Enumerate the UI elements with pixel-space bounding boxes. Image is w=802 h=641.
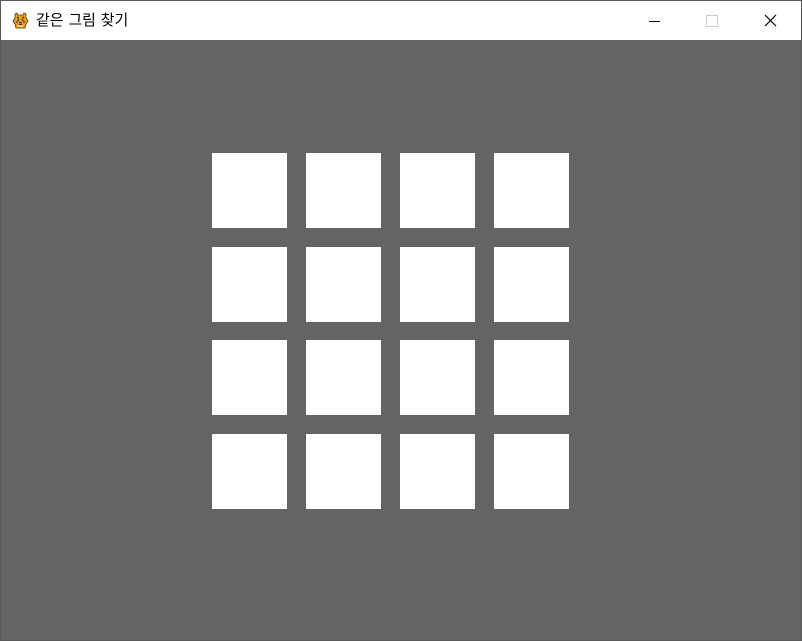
- card-r4-c3[interactable]: [400, 434, 475, 509]
- card-grid: [212, 153, 570, 510]
- card-r1-c2[interactable]: [306, 153, 381, 228]
- card-r1-c1[interactable]: [212, 153, 287, 228]
- card-r1-c3[interactable]: [400, 153, 475, 228]
- card-r3-c1[interactable]: [212, 340, 287, 415]
- card-r2-c4[interactable]: [494, 247, 569, 322]
- minimize-button[interactable]: [625, 1, 683, 40]
- card-r4-c2[interactable]: [306, 434, 381, 509]
- card-r3-c3[interactable]: [400, 340, 475, 415]
- card-r3-c2[interactable]: [306, 340, 381, 415]
- maximize-button[interactable]: [683, 1, 741, 40]
- card-r2-c3[interactable]: [400, 247, 475, 322]
- close-icon: [764, 14, 777, 27]
- card-r2-c2[interactable]: [306, 247, 381, 322]
- card-r3-c4[interactable]: [494, 340, 569, 415]
- card-r1-c4[interactable]: [494, 153, 569, 228]
- card-r4-c4[interactable]: [494, 434, 569, 509]
- window-title: 같은 그림 찾기: [36, 11, 129, 29]
- close-button[interactable]: [741, 1, 799, 40]
- game-window: 같은 그림 찾기: [0, 0, 802, 641]
- tiger-icon: [12, 12, 29, 29]
- minimize-icon: [649, 21, 660, 22]
- game-board-area: [1, 40, 801, 640]
- title-bar[interactable]: 같은 그림 찾기: [1, 1, 801, 40]
- card-r2-c1[interactable]: [212, 247, 287, 322]
- card-r4-c1[interactable]: [212, 434, 287, 509]
- maximize-icon: [706, 15, 718, 27]
